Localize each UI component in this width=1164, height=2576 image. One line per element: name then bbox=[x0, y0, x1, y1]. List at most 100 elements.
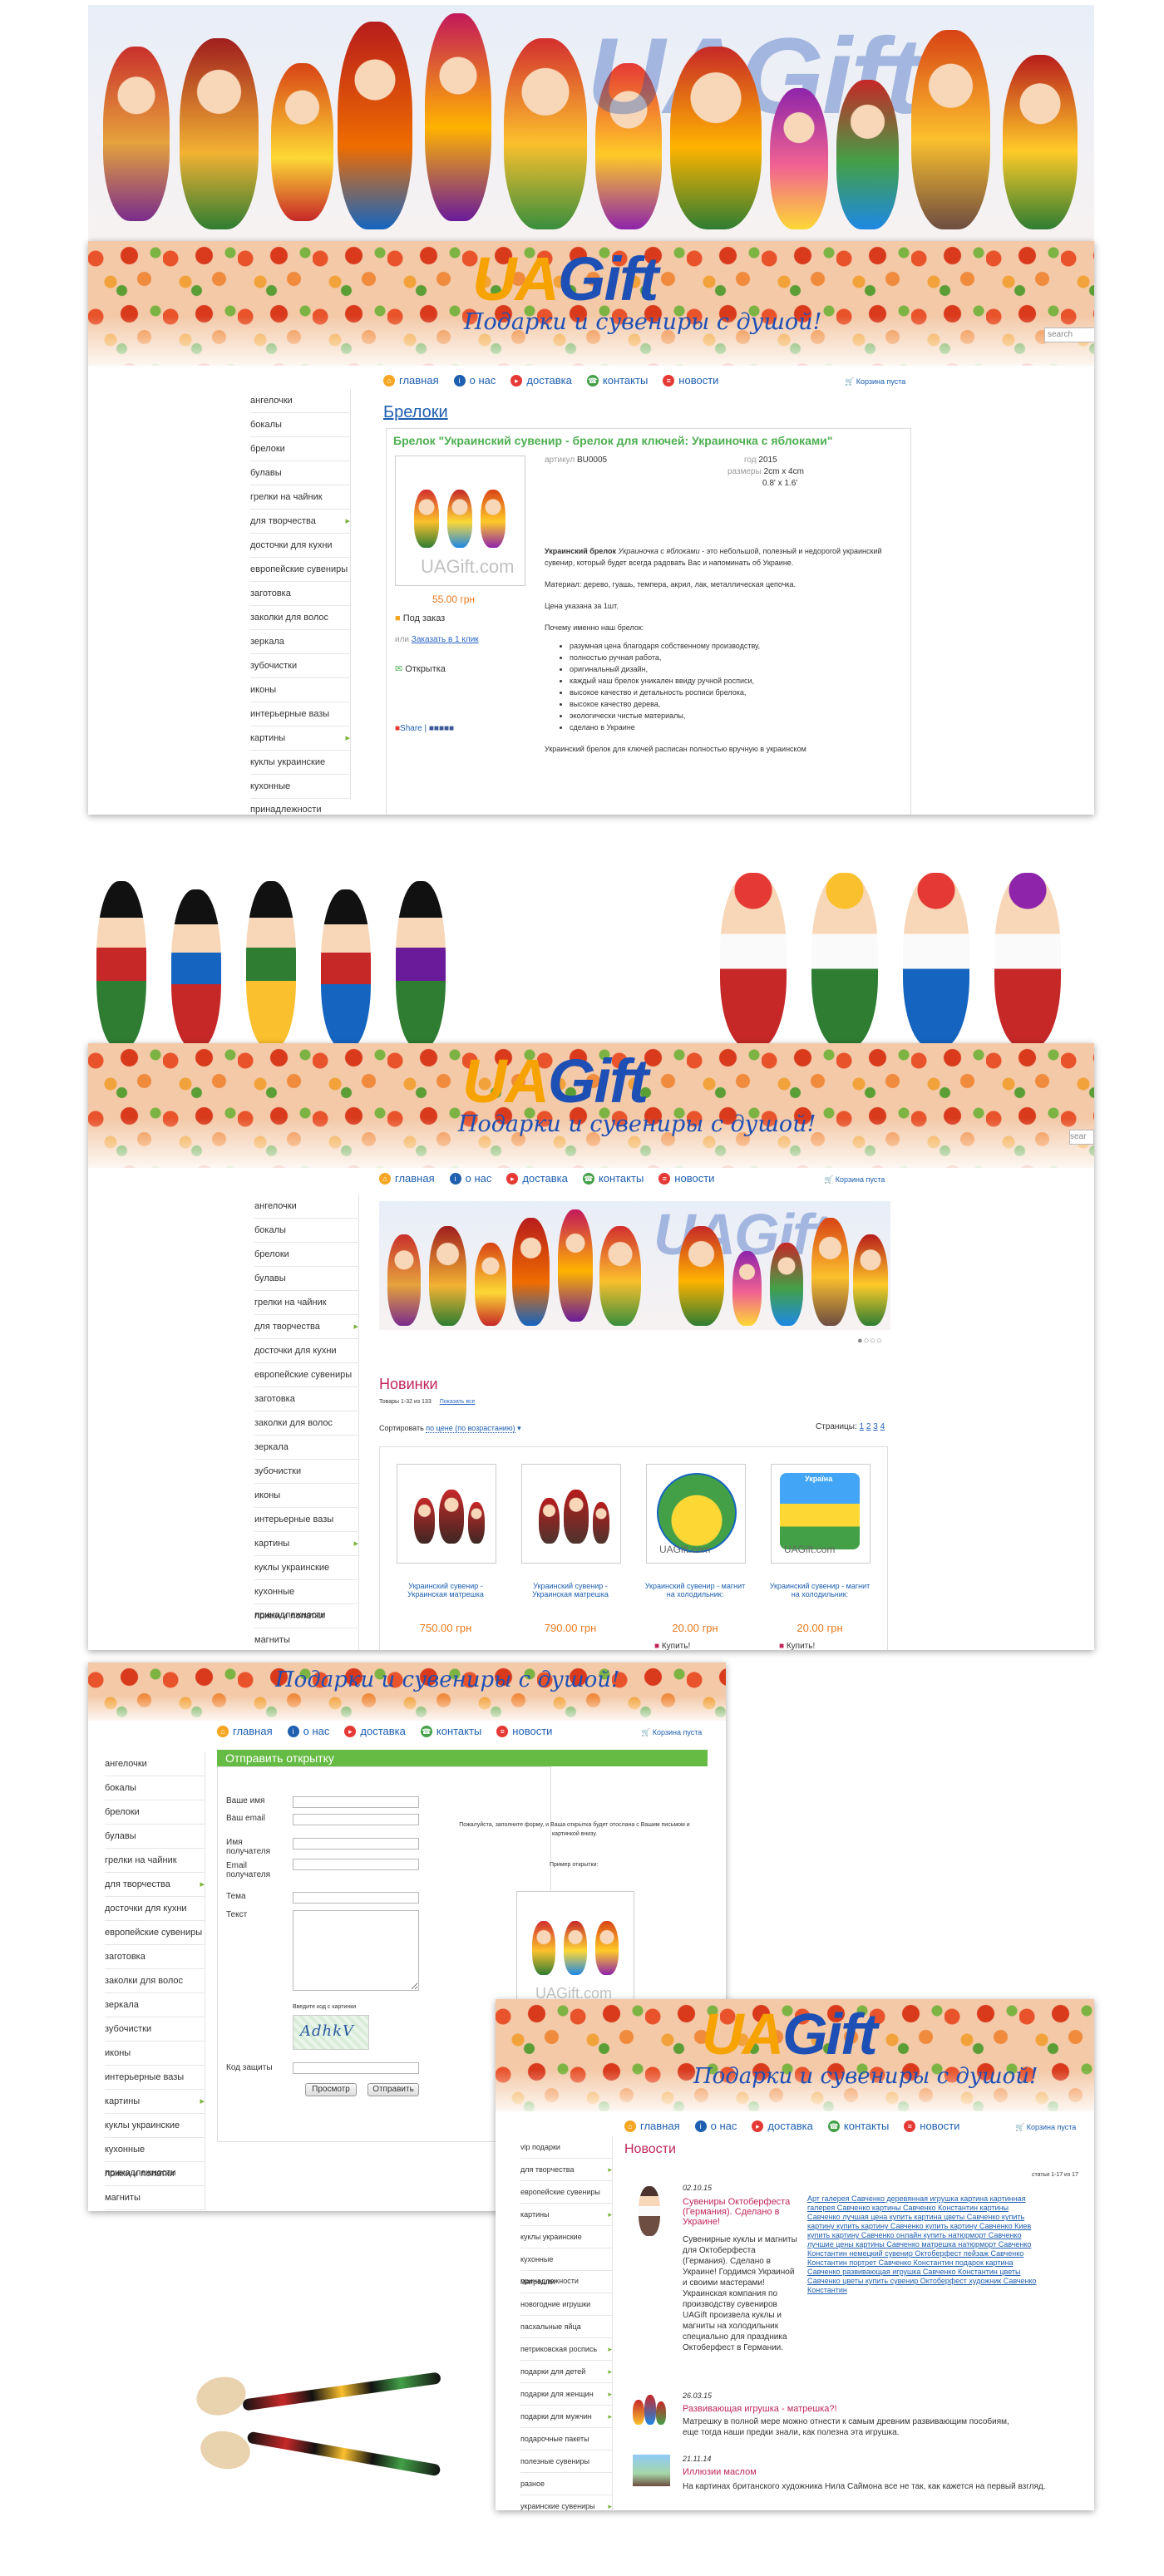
nav-about[interactable]: iо нас bbox=[287, 1725, 329, 1737]
sidebar-item[interactable]: интерьерные вазы bbox=[250, 702, 350, 727]
sidebar-item[interactable]: полезные сувениры bbox=[520, 2450, 612, 2473]
product-card[interactable]: UAGift.com bbox=[646, 1464, 746, 1564]
sidebar-item[interactable]: vip подарки bbox=[520, 2136, 612, 2159]
sidebar-item[interactable]: куклы украинские bbox=[254, 1556, 358, 1580]
news-title[interactable]: Сувениры Октоберфеста (Германия). Сделан… bbox=[683, 2197, 795, 2227]
search-input[interactable]: search bbox=[1044, 328, 1094, 342]
product-card[interactable] bbox=[397, 1464, 496, 1564]
sidebar-item[interactable]: ангелочки bbox=[105, 1752, 205, 1776]
sidebar-item[interactable]: брелоки bbox=[105, 1800, 205, 1825]
product-name[interactable]: Украинский сувенир - магнит на холодильн… bbox=[642, 1582, 748, 1598]
sidebar-item[interactable]: картины ▸ bbox=[105, 2090, 205, 2114]
product-name[interactable]: Украинский сувенир - Украинская матрешка bbox=[517, 1582, 624, 1598]
nav-about[interactable]: iо нас bbox=[449, 1172, 491, 1185]
product-image[interactable]: UAGift.com bbox=[395, 456, 525, 586]
sidebar-item[interactable]: ложки и лопатки bbox=[105, 2162, 205, 2186]
sidebar-item[interactable]: европейские сувениры bbox=[250, 558, 350, 582]
one-click-order[interactable]: или Заказать в 1 клик bbox=[395, 635, 479, 644]
sidebar-item[interactable]: грелки на чайник bbox=[250, 485, 350, 510]
send-button[interactable]: Отправить bbox=[367, 2083, 419, 2096]
site-logo[interactable]: UAGift bbox=[462, 1048, 649, 1115]
sidebar-item[interactable]: интерьерные вазы bbox=[105, 2066, 205, 2090]
sidebar-item[interactable]: булавы bbox=[250, 461, 350, 485]
sidebar-item[interactable]: бокалы bbox=[105, 1776, 205, 1800]
sidebar-item[interactable]: грелки на чайник bbox=[254, 1291, 358, 1315]
sidebar-item[interactable]: зеркала bbox=[254, 1436, 358, 1460]
sidebar-item[interactable]: брелоки bbox=[254, 1243, 358, 1267]
sidebar-item[interactable]: ангелочки bbox=[254, 1194, 358, 1219]
sidebar-item[interactable]: магниты bbox=[105, 2186, 205, 2210]
nav-about[interactable]: iо нас bbox=[453, 374, 496, 387]
site-logo[interactable]: UAGift bbox=[472, 246, 658, 313]
product-name[interactable]: Украинский сувенир - Украинская матрешка bbox=[392, 1582, 499, 1598]
sidebar-item[interactable]: зубочистки bbox=[254, 1460, 358, 1484]
buy-button[interactable]: ■ Купить! bbox=[779, 1642, 815, 1650]
slider-image[interactable]: UAGift bbox=[379, 1201, 890, 1330]
sidebar-item[interactable]: иконы bbox=[105, 2042, 205, 2066]
site-logo[interactable]: UAGift bbox=[702, 2002, 878, 2066]
nav-delivery[interactable]: ▸ доставка bbox=[344, 1725, 406, 1737]
topic-field[interactable] bbox=[293, 1892, 419, 1904]
sidebar-item[interactable]: ложки и лопатки bbox=[254, 1604, 358, 1628]
your-email-field[interactable] bbox=[293, 1814, 419, 1825]
slider-dots[interactable]: ●○○○ bbox=[857, 1336, 883, 1346]
sidebar-item[interactable]: иконы bbox=[254, 1484, 358, 1508]
nav-delivery[interactable]: ▸ доставка bbox=[510, 374, 572, 387]
sidebar-item[interactable]: заготовка bbox=[250, 582, 350, 606]
sort-control[interactable]: Сортировать по цене (по возрастанию) ▾ bbox=[379, 1424, 521, 1433]
your-name-field[interactable] bbox=[293, 1796, 419, 1808]
product-card[interactable]: Україна UAGift.com bbox=[771, 1464, 871, 1564]
sidebar-item[interactable]: разное bbox=[520, 2473, 612, 2495]
sidebar-item[interactable]: зубочистки bbox=[250, 654, 350, 678]
sidebar-item[interactable]: куклы украинские bbox=[250, 751, 350, 775]
sidebar-item[interactable]: петриковская роспись ▸ bbox=[520, 2338, 612, 2361]
sidebar-item[interactable]: брелоки bbox=[250, 437, 350, 461]
sidebar-item[interactable]: пасхальные яйца bbox=[520, 2316, 612, 2338]
sidebar-item[interactable]: европейские сувениры bbox=[105, 1921, 205, 1945]
buy-button[interactable]: ■ Купить! bbox=[654, 1642, 690, 1650]
sidebar-item[interactable]: европейские сувениры bbox=[254, 1363, 358, 1387]
nav-delivery[interactable]: ▸ доставка bbox=[752, 2120, 813, 2132]
nav-contacts[interactable]: ☎ контакты bbox=[586, 374, 648, 387]
nav-about[interactable]: iо нас bbox=[694, 2120, 737, 2132]
sidebar-item[interactable]: куклы украинские bbox=[105, 2114, 205, 2138]
sidebar-item[interactable]: заготовка bbox=[254, 1387, 358, 1411]
nav-contacts[interactable]: ☎ контакты bbox=[827, 2120, 889, 2132]
nav-home[interactable]: ⌂ главная bbox=[217, 1725, 273, 1737]
sidebar-item[interactable]: досточки для кухни bbox=[250, 534, 350, 558]
sidebar-item[interactable]: кухонные принадлежности bbox=[520, 2248, 612, 2285]
sidebar-item[interactable]: для творчества ▸ bbox=[520, 2159, 612, 2181]
sidebar-item[interactable]: подарочные пакеты bbox=[520, 2428, 612, 2450]
sidebar-item[interactable]: зубочистки bbox=[105, 2017, 205, 2042]
sidebar-item[interactable]: кухонные принадлежности bbox=[105, 2138, 205, 2178]
recipient-email-field[interactable] bbox=[293, 1859, 419, 1870]
sidebar-item[interactable]: заготовка bbox=[105, 1945, 205, 1969]
sidebar-item[interactable]: новогодние игрушки bbox=[520, 2293, 612, 2316]
sidebar-item[interactable]: досточки для кухни bbox=[254, 1339, 358, 1363]
recipient-name-field[interactable] bbox=[293, 1838, 419, 1849]
sidebar-item[interactable]: европейские сувениры bbox=[520, 2181, 612, 2204]
nav-home[interactable]: ⌂ главная bbox=[624, 2120, 680, 2132]
sidebar-item[interactable]: куклы украинские bbox=[520, 2226, 612, 2248]
search-input[interactable]: sear bbox=[1069, 1130, 1094, 1145]
sidebar-item[interactable]: заколки для волос bbox=[250, 606, 350, 630]
postcard-link[interactable]: ✉ Открытка bbox=[395, 663, 446, 674]
nav-home[interactable]: ⌂ главная bbox=[383, 374, 439, 387]
news-title[interactable]: Иллюзии маслом bbox=[683, 2467, 932, 2477]
tag-cloud[interactable]: Арт галерея Савченко деревянная игрушка … bbox=[807, 2194, 1040, 2295]
nav-contacts[interactable]: ☎ контакты bbox=[420, 1725, 481, 1737]
sidebar-item[interactable]: подарки для детей ▸ bbox=[520, 2361, 612, 2383]
nav-contacts[interactable]: ☎ контакты bbox=[582, 1172, 644, 1185]
sidebar-item[interactable]: булавы bbox=[254, 1267, 358, 1291]
news-thumbnail[interactable] bbox=[633, 2455, 670, 2486]
cart-link[interactable]: 🛒 Корзина пуста bbox=[641, 1728, 702, 1737]
nav-news[interactable]: ≡ новости bbox=[658, 1172, 714, 1185]
cart-link[interactable]: 🛒 Корзина пуста bbox=[845, 377, 905, 387]
sidebar-item[interactable]: грелки на чайник bbox=[105, 1849, 205, 1873]
sidebar-item[interactable]: магниты bbox=[254, 1628, 358, 1650]
sidebar-item[interactable]: картины ▸ bbox=[254, 1532, 358, 1556]
nav-news[interactable]: ≡ новости bbox=[904, 2120, 959, 2132]
sidebar-item[interactable]: для творчества ▸ bbox=[254, 1315, 358, 1339]
sidebar-item[interactable]: заколки для волос bbox=[254, 1411, 358, 1436]
nav-news[interactable]: ≡ новости bbox=[663, 374, 718, 387]
